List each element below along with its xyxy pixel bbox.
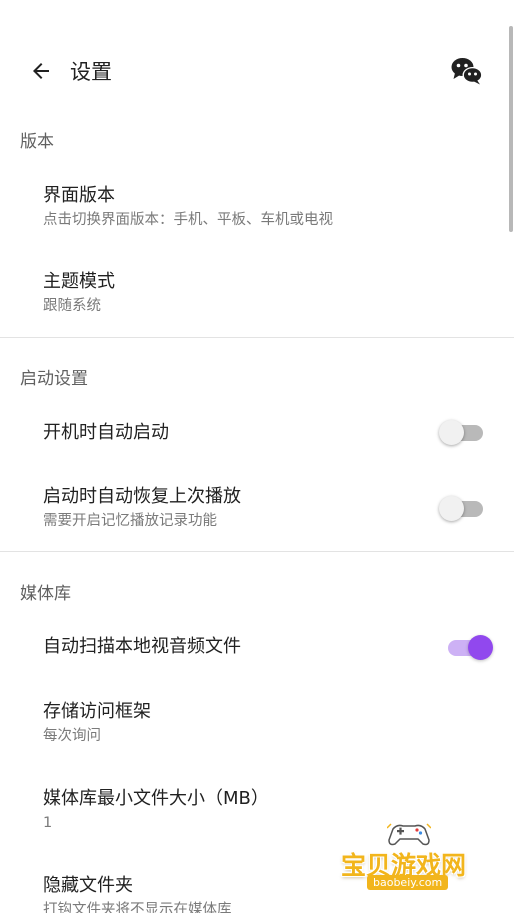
- watermark-domain: baobeiy.com: [367, 875, 449, 890]
- pref-title: 自动扫描本地视音频文件: [43, 636, 241, 657]
- pref-summary: 需要开启记忆播放记录功能: [43, 513, 217, 529]
- arrow-back-icon: [33, 63, 49, 79]
- section-header-version: 版本: [20, 132, 54, 152]
- pref-summary: 打钩文件夹将不显示在媒体库: [43, 902, 232, 913]
- page-title: 设置: [70, 60, 112, 84]
- watermark-logo: 宝贝游戏网 baobeiy.com: [335, 820, 485, 898]
- switch-thumb: [439, 420, 464, 445]
- section-divider: [0, 337, 514, 338]
- pref-summary: 每次询问: [43, 728, 101, 744]
- wechat-button[interactable]: [450, 56, 484, 86]
- pref-ui-version[interactable]: 界面版本 点击切换界面版本：手机、平板、车机或电视: [0, 170, 514, 244]
- section-header-startup: 启动设置: [20, 369, 88, 389]
- pref-title: 媒体库最小文件大小（MB）: [43, 788, 269, 809]
- wechat-icon: [451, 58, 483, 85]
- pref-title: 主题模式: [43, 271, 115, 292]
- pref-theme-mode[interactable]: 主题模式 跟随系统: [0, 256, 514, 330]
- pref-title: 界面版本: [43, 185, 115, 206]
- switch-thumb: [468, 635, 493, 660]
- pref-title: 存储访问框架: [43, 701, 151, 722]
- pref-title: 启动时自动恢复上次播放: [43, 486, 241, 507]
- pref-summary: 点击切换界面版本：手机、平板、车机或电视: [43, 212, 333, 228]
- pref-summary: 跟随系统: [43, 298, 101, 314]
- back-button[interactable]: [26, 56, 56, 86]
- section-divider: [0, 551, 514, 552]
- pref-title: 开机时自动启动: [43, 422, 169, 443]
- section-header-media: 媒体库: [20, 584, 71, 604]
- pref-summary: 1: [43, 815, 53, 831]
- gamepad-icon: [387, 823, 431, 846]
- pref-resume-last-playback[interactable]: 启动时自动恢复上次播放 需要开启记忆播放记录功能: [0, 472, 514, 544]
- pref-title: 隐藏文件夹: [43, 875, 133, 896]
- switch-thumb: [439, 496, 464, 521]
- app-bar: 设置: [0, 0, 514, 120]
- pref-auto-start-on-boot[interactable]: 开机时自动启动: [0, 407, 514, 463]
- pref-storage-access-framework[interactable]: 存储访问框架 每次询问: [0, 686, 514, 760]
- pref-auto-scan-media[interactable]: 自动扫描本地视音频文件: [0, 622, 514, 678]
